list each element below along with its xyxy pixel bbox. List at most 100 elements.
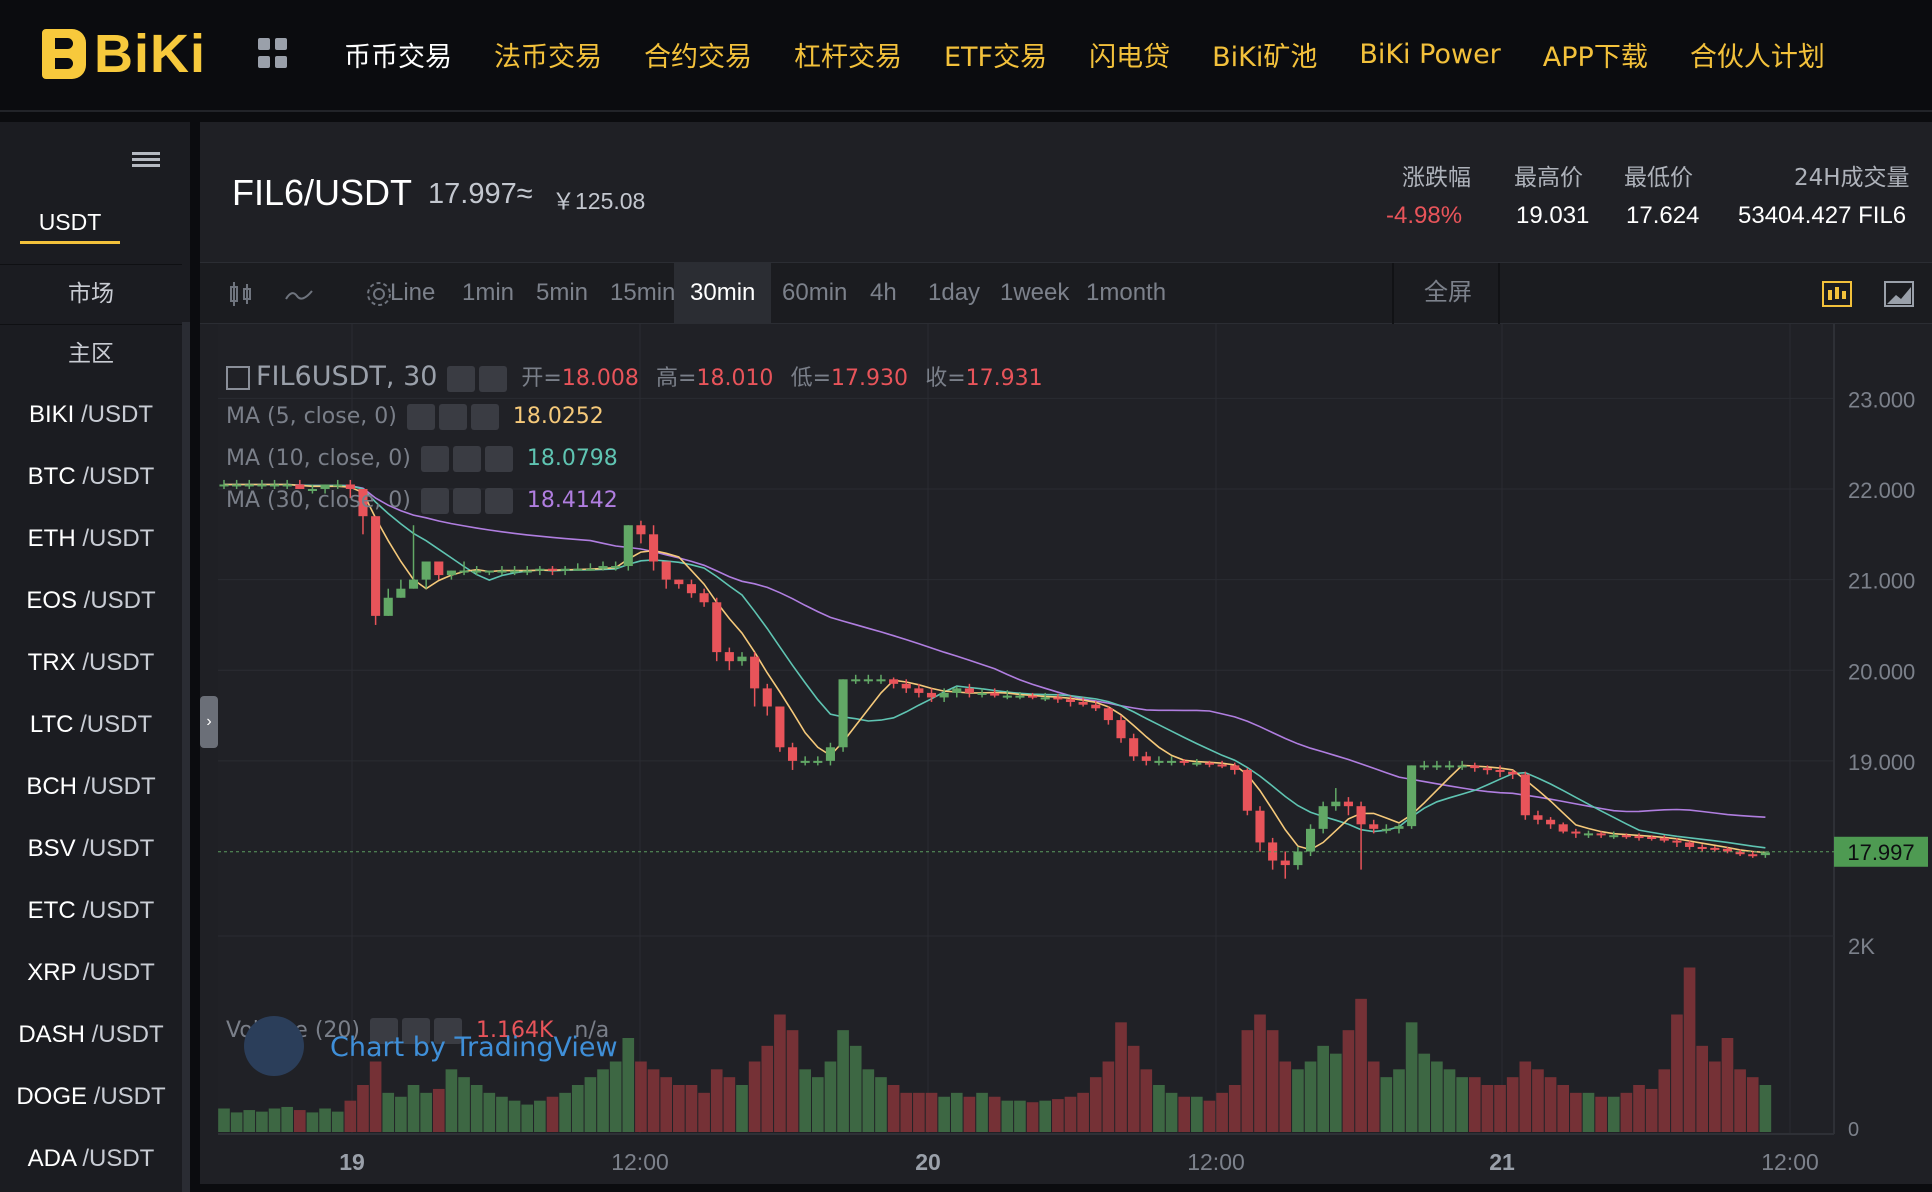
volume-bar	[1254, 1014, 1266, 1132]
nav-partner-program[interactable]: 合伙人计划	[1690, 35, 1825, 74]
pair-item-etc[interactable]: ETC /USDT	[0, 880, 182, 942]
interval-line[interactable]: Line	[374, 263, 451, 323]
market-label[interactable]: 市场	[0, 264, 182, 322]
candlestick-type-icon[interactable]	[226, 279, 256, 309]
volume-bar	[1683, 967, 1696, 1132]
ma30-value: 18.4142	[526, 488, 618, 513]
nav-margin-trading[interactable]: 杠杆交易	[794, 35, 902, 74]
volume-bar	[1734, 1069, 1746, 1132]
candle-body	[1432, 765, 1442, 768]
candle-body	[1103, 708, 1113, 721]
pair-item-trx[interactable]: TRX /USDT	[0, 632, 182, 694]
candle-body	[585, 568, 595, 571]
pair-item-doge[interactable]: DOGE /USDT	[0, 1066, 182, 1128]
nav-etf-trading[interactable]: ETF交易	[944, 35, 1047, 74]
volume-bar	[281, 1106, 293, 1132]
x-tick-label: 20	[915, 1149, 941, 1175]
candle-body	[1369, 824, 1379, 829]
change-value: -4.98%	[1386, 202, 1463, 229]
interval-4h[interactable]: 4h	[854, 263, 913, 323]
candle-body	[724, 652, 734, 662]
apps-grid-icon[interactable]	[258, 38, 288, 68]
interval-1month[interactable]: 1month	[1070, 263, 1182, 323]
nav-biki-power[interactable]: BiKi Power	[1359, 39, 1500, 70]
nav-flash-loan[interactable]: 闪电贷	[1089, 35, 1170, 74]
pair-base: TRX	[27, 649, 76, 676]
pair-item-ltc[interactable]: LTC /USDT	[0, 694, 182, 756]
pair-item-eos[interactable]: EOS /USDT	[0, 570, 182, 632]
pair-item-xrp[interactable]: XRP /USDT	[0, 942, 182, 1004]
candle-body	[547, 568, 558, 571]
tab-usdt[interactable]: USDT	[20, 200, 120, 244]
candle-body	[383, 597, 393, 616]
volume-bar	[1153, 1085, 1165, 1132]
candle-body	[1609, 835, 1619, 838]
tradingview-logo-icon[interactable]	[244, 1016, 304, 1076]
pair-item-biki[interactable]: BIKI /USDT	[0, 384, 182, 446]
depth-view-icon[interactable]	[1884, 279, 1914, 309]
candle-body	[459, 570, 469, 573]
main-zone-label[interactable]: 主区	[0, 324, 182, 382]
legend-buttons[interactable]	[447, 362, 511, 393]
candle-body	[787, 747, 798, 761]
volume-bar	[1089, 1077, 1102, 1132]
volume-bar	[395, 1096, 407, 1132]
nav-biki-pool[interactable]: BiKi矿池	[1212, 35, 1317, 74]
volume-bar	[622, 1038, 635, 1132]
chart-symbol: FIL6USDT, 30	[256, 361, 438, 392]
volume-bar	[862, 1069, 875, 1132]
candle-body	[1659, 837, 1669, 841]
nav-contract-trading[interactable]: 合约交易	[644, 35, 752, 74]
nav-fiat-trading[interactable]: 法币交易	[494, 35, 602, 74]
tradingview-credit[interactable]: Chart by TradingView	[330, 1032, 618, 1063]
candle-body	[914, 688, 924, 693]
volume-bar	[1607, 1096, 1620, 1132]
volume-bar	[369, 1061, 382, 1132]
pair-item-btc[interactable]: BTC /USDT	[0, 446, 182, 508]
volume-bar	[268, 1108, 281, 1132]
pair-item-bch[interactable]: BCH /USDT	[0, 756, 182, 818]
biki-logo[interactable]: BiKi	[42, 24, 206, 84]
volume-bar	[546, 1096, 559, 1132]
list-menu-icon[interactable]	[132, 152, 160, 170]
nav-app-download[interactable]: APP下载	[1543, 35, 1648, 74]
pair-item-dash[interactable]: DASH /USDT	[0, 1004, 182, 1066]
interval-60min[interactable]: 60min	[766, 263, 863, 323]
candle-body	[623, 525, 633, 567]
candle-body	[1305, 828, 1316, 852]
pair-item-eth[interactable]: ETH /USDT	[0, 508, 182, 570]
fullscreen-button[interactable]: 全屏	[1408, 263, 1488, 323]
candle-body	[1672, 840, 1682, 843]
interval-1min[interactable]: 1min	[446, 263, 530, 323]
pair-item-ada[interactable]: ADA /USDT	[0, 1128, 182, 1190]
ma10-value: 18.0798	[526, 446, 618, 471]
y-tick-label: 22.000	[1848, 478, 1915, 503]
candle-body	[737, 656, 747, 662]
volume-bar	[218, 1108, 230, 1132]
candle-view-icon[interactable]	[1822, 279, 1852, 309]
pair-item-bsv[interactable]: BSV /USDT	[0, 818, 182, 880]
tradingview-chart[interactable]: 23.000 22.000 21.000 20.000 19.000 19 12:00 20 1…	[200, 324, 1932, 1184]
candle-body	[1002, 695, 1012, 698]
interval-30min[interactable]: 30min	[674, 263, 772, 323]
candle-body	[497, 570, 507, 573]
volume-bar	[1014, 1100, 1026, 1132]
candle-body	[813, 760, 823, 763]
sidebar-scrollbar[interactable]	[182, 322, 190, 1192]
candle-body	[686, 584, 697, 594]
volume-24h-value: 53404.427 FIL6	[1738, 202, 1907, 229]
volume-bar	[1405, 1022, 1418, 1132]
y-tick-label: 21.000	[1848, 569, 1915, 594]
y-tick-label: 19.000	[1848, 750, 1915, 775]
volume-bar	[1709, 1061, 1721, 1132]
nav-spot-trading[interactable]: 币币交易	[344, 35, 452, 74]
candle-body	[560, 568, 570, 571]
candle-body	[421, 561, 431, 580]
collapse-legend-icon[interactable]	[226, 365, 250, 390]
pair-base: BCH	[26, 773, 77, 800]
volume-bar	[1443, 1069, 1456, 1132]
volume-bar	[824, 1061, 837, 1132]
indicator-icon[interactable]	[284, 279, 314, 309]
interval-5min[interactable]: 5min	[520, 263, 604, 323]
sidebar-collapse-handle[interactable]: ›	[200, 696, 218, 748]
